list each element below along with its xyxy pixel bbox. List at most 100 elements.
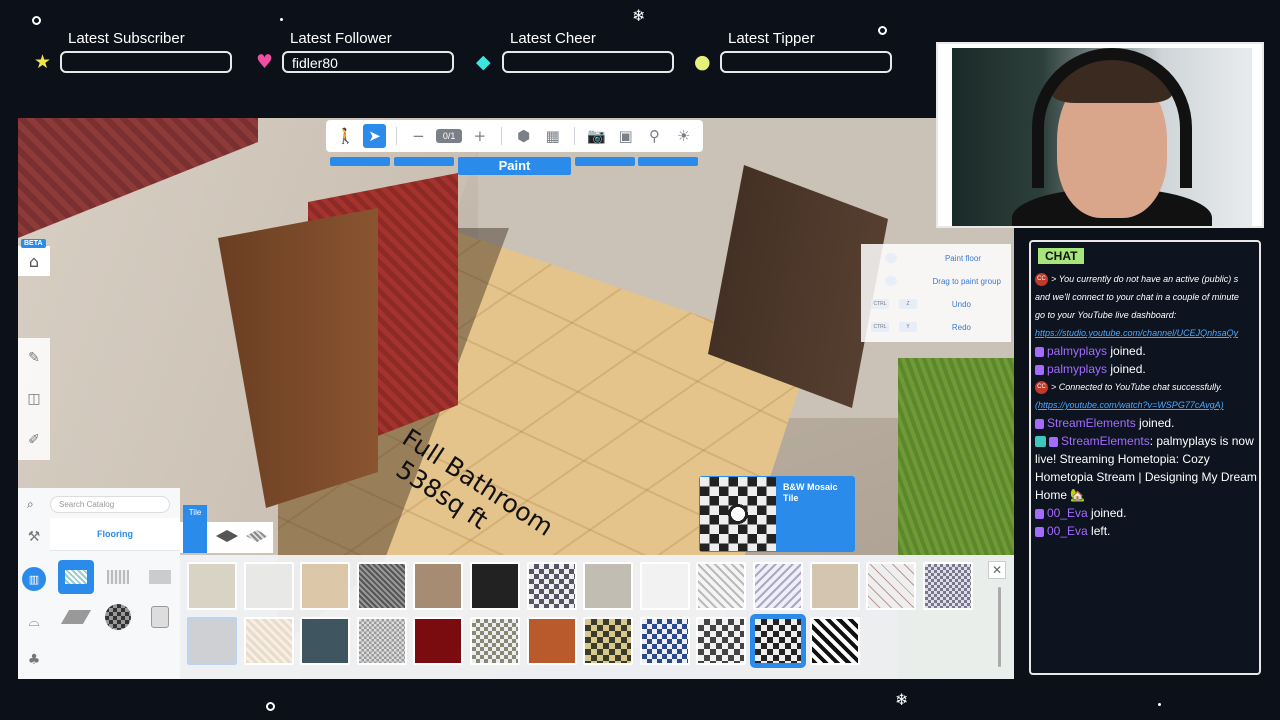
tile-swatch[interactable] [243, 562, 294, 610]
twitch-icon [1035, 364, 1044, 375]
sparkle-decoration [1158, 703, 1161, 706]
tile-swatch[interactable] [300, 562, 351, 610]
cube-icon[interactable]: ◫ [27, 391, 40, 407]
tab-build[interactable] [330, 157, 390, 166]
watch-link[interactable]: (https://youtube.com/watch?v=WSPG77cAvgA… [1035, 400, 1224, 410]
tab-tile-label: Tile [188, 508, 202, 517]
dashboard-link[interactable]: https://studio.youtube.com/channel/UCEJQ… [1035, 328, 1238, 338]
level-down-icon[interactable]: − [407, 124, 430, 148]
message-text: joined. [1107, 362, 1146, 376]
tile-swatch[interactable] [809, 562, 860, 610]
paint-roller-icon[interactable]: ✎ [28, 350, 40, 366]
star-icon: ★ [34, 51, 52, 73]
username: 00_Eva [1047, 506, 1088, 520]
flooring-category-icon[interactable]: ▥ [22, 567, 46, 592]
tile-swatch[interactable] [526, 562, 577, 610]
tile-swatch[interactable] [583, 617, 634, 665]
send-mode-icon[interactable]: ➤ [362, 124, 386, 148]
tree-icon[interactable]: ♣ [28, 652, 41, 668]
walk-mode-icon[interactable]: 🚶 [334, 124, 357, 148]
search-input[interactable]: Search Catalog [50, 496, 170, 513]
tile-swatch[interactable] [639, 562, 690, 610]
tile-swatch[interactable] [922, 562, 973, 610]
tab-furnish[interactable] [394, 157, 454, 166]
tile-swatch-selected[interactable] [749, 614, 806, 668]
pattern-type-icon[interactable] [100, 600, 136, 634]
tile-swatch[interactable] [413, 617, 464, 665]
chat-message: palmyplays joined. [1035, 360, 1257, 378]
floorplan-icon[interactable]: ▦ [541, 124, 564, 148]
blueprint-icon[interactable]: ▣ [614, 124, 637, 148]
tile-catalog-grid: ✕ [180, 555, 1014, 679]
hammer-icon[interactable]: ⚒ [28, 529, 41, 545]
tile-swatch[interactable] [356, 617, 407, 665]
tile-swatch[interactable] [187, 562, 237, 610]
catalog-categories: ⚒ ▥ ⌓ ♣ [18, 518, 50, 679]
tile-style-icon[interactable] [246, 530, 268, 542]
chat-message: CC > Connected to YouTube chat successful… [1035, 378, 1257, 396]
selected-item-card[interactable]: B&W Mosaic Tile [699, 476, 855, 552]
camera-icon[interactable]: 📷 [585, 124, 608, 148]
divider [395, 127, 397, 145]
tile-type-icon[interactable] [58, 560, 94, 594]
hotkey-text: Drag to paint group [932, 277, 1002, 286]
snowflake-decoration: ❄ [895, 690, 909, 709]
hotkey-row: Paint floor [861, 250, 1011, 266]
mouse-left-icon [885, 253, 897, 263]
level-indicator: 0/1 [435, 129, 463, 143]
alert-label: Latest Tipper [728, 30, 815, 47]
home-button[interactable]: ⌂ [18, 246, 50, 276]
username: palmyplays [1047, 362, 1108, 376]
subcategory-flooring[interactable]: Flooring [50, 518, 180, 551]
tile-style-icon[interactable] [216, 530, 238, 542]
chat-panel: CHAT CC > You currently do not have an ac… [1029, 240, 1261, 675]
sparkle-decoration [280, 18, 283, 21]
key-z: Z [899, 299, 917, 309]
tile-swatch[interactable] [413, 562, 464, 610]
side-tools: ✎ ◫ ✐ [18, 338, 50, 460]
tile-swatch[interactable] [243, 617, 294, 665]
tab-landscape[interactable] [638, 157, 698, 166]
tile-swatch[interactable] [187, 617, 237, 665]
key-ctrl: CTRL [871, 299, 889, 309]
tile-swatch[interactable] [696, 617, 747, 665]
tile-swatch[interactable] [752, 562, 803, 610]
tab-paint[interactable]: Paint [458, 157, 571, 175]
close-icon[interactable]: ✕ [988, 561, 1006, 579]
webcam-video [952, 48, 1252, 226]
location-icon[interactable]: ⚲ [643, 124, 666, 148]
chat-message: https://studio.youtube.com/channel/UCEJQ… [1035, 324, 1257, 342]
tile-swatch[interactable] [469, 617, 520, 665]
tile-swatch[interactable] [696, 562, 747, 610]
carpet-type-icon[interactable] [142, 560, 178, 594]
level-up-icon[interactable]: + [468, 124, 491, 148]
tile-swatch[interactable] [583, 562, 634, 610]
wood-type-icon[interactable] [100, 560, 136, 594]
light-icon[interactable]: ☀ [672, 124, 695, 148]
tab-tile[interactable]: Tile [183, 505, 207, 553]
tile-swatch[interactable] [469, 562, 520, 610]
sparkle-decoration [266, 702, 275, 711]
tab-decorate[interactable] [575, 157, 635, 166]
scrollbar[interactable] [998, 587, 1001, 667]
alert-value-box: fidler80 [282, 51, 454, 73]
eyedropper-icon[interactable]: ✐ [28, 432, 40, 448]
hotkey-row: Drag to paint group [861, 273, 1011, 289]
tile-swatch[interactable] [639, 617, 690, 665]
latest-cheer-alert: Latest Cheer ◆ [476, 30, 692, 75]
tile-swatch[interactable] [300, 617, 351, 665]
youtube-icon: CC [1035, 273, 1048, 287]
twitch-icon [1035, 526, 1044, 537]
hotkey-text: Paint floor [944, 254, 981, 263]
tile-swatch[interactable] [526, 617, 577, 665]
tile-swatch[interactable] [866, 562, 917, 610]
stone-type-icon[interactable] [58, 600, 94, 634]
tile-swatch[interactable] [356, 562, 407, 610]
3d-view-icon[interactable]: ⬢ [512, 124, 535, 148]
sofa-icon[interactable]: ⌓ [28, 614, 39, 630]
chat-message: and we'll connect to your chat in a coup… [1035, 288, 1257, 306]
snowflake-decoration: ❄ [632, 6, 646, 25]
tile-swatch[interactable] [809, 617, 860, 665]
paint-can-icon[interactable] [142, 600, 178, 634]
latest-follower-alert: Latest Follower ♥ fidler80 [256, 30, 472, 75]
